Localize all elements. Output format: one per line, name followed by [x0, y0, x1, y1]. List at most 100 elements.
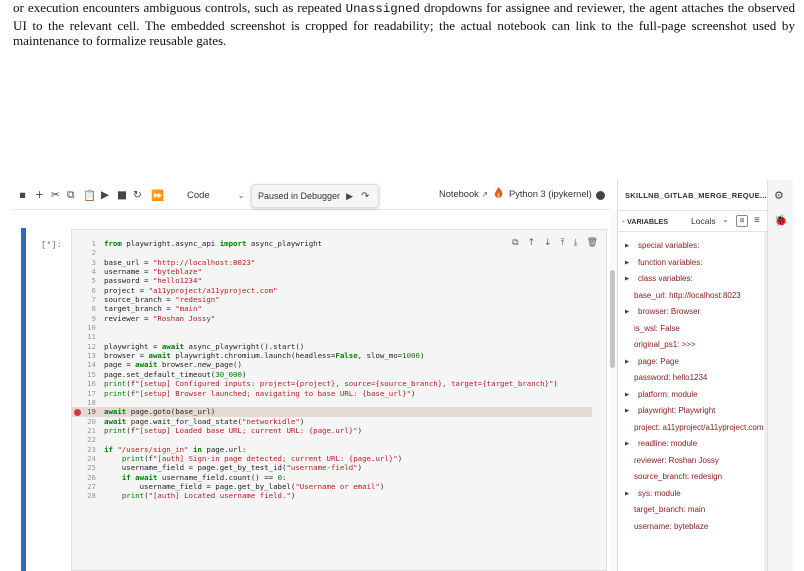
variable-item[interactable]: ▶ class variables:	[618, 271, 768, 288]
variable-item[interactable]: ▶ playwright: Playwright	[618, 403, 768, 420]
line-number: 23	[87, 444, 96, 454]
chevron-right-icon[interactable]: ▶	[625, 436, 629, 453]
code-line[interactable]: 17 print(f"[setup] Browser launched; navi…	[72, 389, 592, 398]
code-text: base_url = "http://localhost:8023"	[104, 257, 256, 267]
code-line[interactable]: 28 print("[auth] Located username field.…	[72, 491, 592, 500]
line-number: 1	[91, 239, 96, 248]
variables-list: ▶ special variables: ▶ function variables: ▶…	[618, 238, 768, 535]
code-line[interactable]: 27 username_field = page.get_by_label("U…	[72, 482, 592, 491]
kernel-selector[interactable]: Python 3 (ipykernel)	[509, 189, 592, 199]
debug-sidebar: SKILLNB_GITLAB_MERGE_REQUE... ⌄ VARIABLE…	[617, 180, 768, 571]
chevron-right-icon[interactable]: ▶	[625, 304, 629, 321]
variables-section-label[interactable]: VARIABLES	[627, 217, 668, 226]
code-line[interactable]: 14 page = await browser.new_page()	[72, 360, 592, 369]
chevron-right-icon[interactable]: ▶	[625, 486, 629, 503]
chevron-right-icon[interactable]: ▶	[625, 271, 629, 288]
code-line[interactable]: 9 reviewer = "Roshan Jossy"	[72, 314, 592, 323]
activity-bar: ⚙ 🐞	[767, 180, 793, 571]
code-line[interactable]: 15 page.set_default_timeout(30_000)	[72, 370, 592, 379]
variable-item[interactable]: ▶ page: Page	[618, 354, 768, 371]
code-text: browser = await playwright.chromium.laun…	[104, 351, 425, 361]
chevron-right-icon[interactable]: ▶	[625, 387, 629, 404]
run-all-icon[interactable]: ⏩	[151, 187, 164, 203]
bug-icon[interactable]: 🐞	[774, 214, 788, 227]
variable-text: password: hello1234	[634, 373, 708, 382]
code-line[interactable]: 16 print(f"[setup] Configured inputs: pro…	[72, 379, 592, 388]
code-line[interactable]: 2	[72, 248, 592, 257]
add-cell-icon[interactable]: +	[35, 187, 44, 203]
code-line[interactable]: 24 print(f"[auth] Sign-in page detected;…	[72, 454, 592, 463]
variable-item[interactable]: ▶ platform: module	[618, 387, 768, 404]
code-text: username = "byteblaze"	[104, 267, 202, 277]
code-line[interactable]: 12 playwright = await async_playwright().…	[72, 342, 592, 351]
line-number: 16	[87, 379, 96, 389]
variable-text: page: Page	[638, 356, 679, 366]
chevron-right-icon[interactable]: ▶	[625, 255, 629, 272]
chevron-down-icon[interactable]: ⌄	[722, 215, 729, 224]
variable-item[interactable]: password: hello1234	[618, 370, 768, 387]
chevron-down-icon[interactable]: ⌄	[621, 217, 626, 224]
variable-item[interactable]: is_wsl: False	[618, 321, 768, 338]
variable-item[interactable]: ▶ function variables:	[618, 255, 768, 272]
code-line[interactable]: 19 await page.goto(base_url)	[72, 407, 592, 417]
code-text: reviewer = "Roshan Jossy"	[104, 313, 216, 323]
code-line[interactable]: 3 base_url = "http://localhost:8023"	[72, 258, 592, 267]
code-line[interactable]: 13 browser = await playwright.chromium.la…	[72, 351, 592, 360]
code-line[interactable]: 10	[72, 323, 592, 332]
code-line[interactable]: 1 from playwright.async_api import async_…	[72, 239, 592, 248]
save-icon[interactable]: ▪	[19, 187, 26, 203]
stop-icon[interactable]: ■	[117, 187, 127, 203]
code-cell-editor[interactable]: ⧉ ↑ ↓ ⤒ ⤓ 🗑 1 from playwright.async_api i…	[71, 229, 607, 571]
code-line[interactable]: 7 source_branch = "redesign"	[72, 295, 592, 304]
menu-icon[interactable]: ≡	[754, 215, 760, 226]
external-link-icon: ↗	[481, 190, 489, 199]
paste-icon[interactable]: 📋	[83, 187, 96, 203]
code-line[interactable]: 6 project = "a11yproject/a11yproject.com"	[72, 286, 592, 295]
run-icon[interactable]: ▶	[101, 187, 109, 203]
code-line[interactable]: 22	[72, 435, 592, 444]
variable-item[interactable]: project: a11yproject/a11yproject.com	[618, 420, 768, 437]
notebook-link[interactable]: Notebook ↗	[439, 189, 488, 199]
step-over-icon[interactable]: ↷	[361, 191, 369, 202]
scope-select[interactable]: Locals	[691, 216, 716, 226]
code-line[interactable]: 26 if await username_field.count() == 0:	[72, 473, 592, 482]
code-line[interactable]: 4 username = "byteblaze"	[72, 267, 592, 276]
variable-item[interactable]: original_ps1: >>>	[618, 337, 768, 354]
code-line[interactable]: 21 print(f"[setup] Loaded base URL; curre…	[72, 426, 592, 435]
active-cell-marker	[21, 228, 26, 571]
continue-icon[interactable]: ▶	[346, 191, 353, 202]
variable-text: class variables:	[638, 274, 693, 283]
code-line[interactable]: 20 await page.wait_for_load_state("networ…	[72, 417, 592, 426]
line-number: 5	[91, 276, 96, 286]
chevron-right-icon[interactable]: ▶	[625, 403, 629, 420]
chevron-right-icon[interactable]: ▶	[625, 354, 629, 371]
variable-item[interactable]: ▶ special variables:	[618, 238, 768, 255]
editor-scrollbar[interactable]	[609, 210, 617, 571]
code-line[interactable]: 18	[72, 398, 592, 407]
variable-item[interactable]: base_url: http://localhost:8023	[618, 288, 768, 305]
gears-icon[interactable]: ⚙	[774, 189, 784, 202]
variable-text: special variables:	[638, 241, 700, 250]
code-text: target_branch = "main"	[104, 304, 202, 314]
code-line[interactable]: 25 username_field = page.get_by_test_id(…	[72, 463, 592, 472]
restart-icon[interactable]: ↻	[133, 187, 142, 203]
cut-icon[interactable]: ✂	[51, 187, 60, 203]
code-line[interactable]: 5 password = "hello1234"	[72, 276, 592, 285]
variable-item[interactable]: source_branch: redesign	[618, 469, 768, 486]
variable-text: platform: module	[638, 389, 698, 399]
variable-item[interactable]: username: byteblaze	[618, 519, 768, 536]
variable-item[interactable]: reviewer: Roshan Jossy	[618, 453, 768, 470]
chevron-right-icon[interactable]: ▶	[625, 238, 629, 255]
line-number: 9	[91, 313, 96, 323]
copy-icon[interactable]: ⧉	[67, 187, 75, 203]
editor-scrollbar-thumb[interactable]	[610, 270, 615, 368]
code-line[interactable]: 23 if "/users/sign_in" in page.url:	[72, 445, 592, 454]
code-line[interactable]: 11	[72, 332, 592, 341]
cell-type-select[interactable]: Code ⌄	[187, 187, 244, 203]
tree-view-icon[interactable]: ⊞	[736, 215, 748, 227]
variable-item[interactable]: ▶ sys: module	[618, 486, 768, 503]
code-line[interactable]: 8 target_branch = "main"	[72, 304, 592, 313]
variable-item[interactable]: ▶ browser: Browser	[618, 304, 768, 321]
variable-item[interactable]: target_branch: main	[618, 502, 768, 519]
variable-item[interactable]: ▶ readline: module	[618, 436, 768, 453]
